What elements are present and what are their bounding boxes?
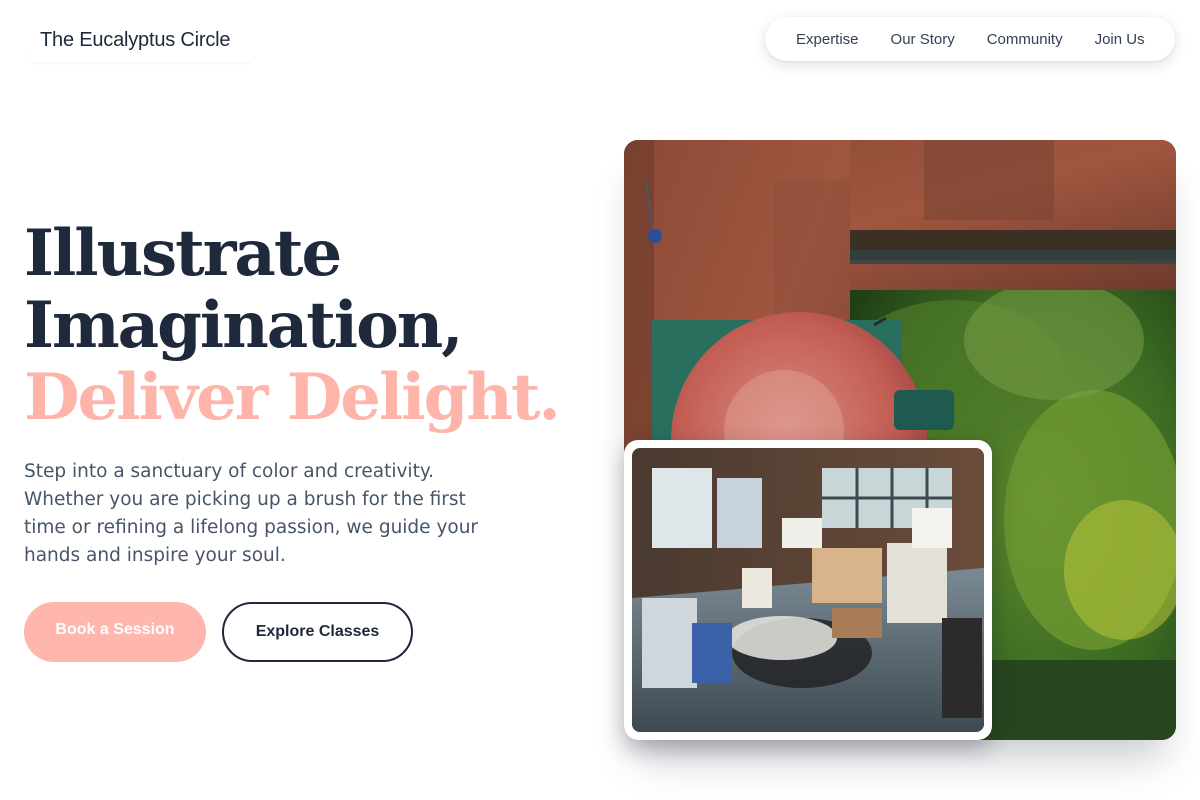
main-nav: Expertise Our Story Community Join Us: [765, 17, 1175, 61]
headline-accent: Deliver Delight.: [24, 360, 561, 435]
book-session-button[interactable]: Book a Session: [24, 602, 206, 662]
brand-logo[interactable]: The Eucalyptus Circle: [26, 18, 256, 62]
nav-item-join-us[interactable]: Join Us: [1095, 31, 1145, 48]
studio-photo-frame: [624, 440, 992, 740]
hero-description: Step into a sanctuary of color and creat…: [24, 461, 479, 566]
studio-photo: [632, 448, 984, 732]
headline-line-1: Illustrate: [24, 216, 342, 291]
nav-item-expertise[interactable]: Expertise: [796, 31, 859, 48]
nav-item-our-story[interactable]: Our Story: [891, 31, 955, 48]
hero-headline: Illustrate Imagination, Deliver Delight.: [24, 218, 604, 434]
headline-line-2: Imagination,: [24, 288, 464, 363]
nav-item-community[interactable]: Community: [987, 31, 1063, 48]
explore-classes-button[interactable]: Explore Classes: [222, 602, 413, 662]
